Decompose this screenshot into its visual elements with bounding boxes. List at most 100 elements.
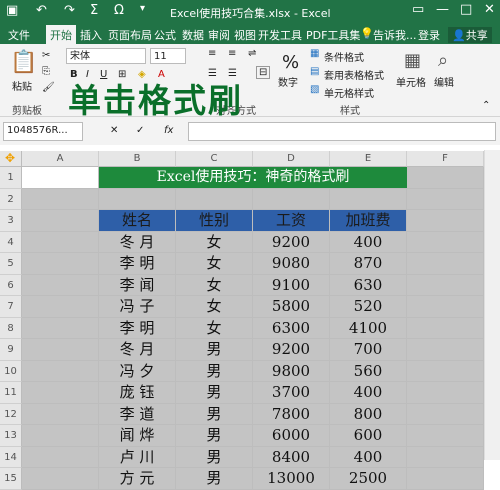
tab-insert[interactable]: 插入 <box>80 27 102 43</box>
data-cell[interactable]: 男 <box>176 403 253 425</box>
data-cell[interactable]: 冬 月 <box>99 231 176 253</box>
data-cell[interactable]: 630 <box>330 274 407 296</box>
data-cell[interactable]: 女 <box>176 253 253 275</box>
ribbon-display-icon[interactable]: ▭ <box>412 2 424 17</box>
column-header-d[interactable]: D <box>253 151 330 167</box>
cut-icon[interactable]: ✂ <box>42 50 50 61</box>
data-cell[interactable]: 庞 钰 <box>99 382 176 404</box>
cell[interactable] <box>99 188 176 210</box>
row-header[interactable]: 6 <box>0 274 22 296</box>
data-cell[interactable]: 闻 烨 <box>99 425 176 447</box>
cell[interactable] <box>407 274 484 296</box>
row-header[interactable]: 4 <box>0 231 22 253</box>
data-cell[interactable]: 男 <box>176 382 253 404</box>
cell[interactable] <box>407 468 484 490</box>
cell[interactable] <box>407 231 484 253</box>
collapse-ribbon-icon[interactable]: ⌃ <box>482 100 490 111</box>
tab-developer[interactable]: 开发工具 <box>258 27 302 43</box>
wrap-text-icon[interactable]: ⇌ <box>248 48 256 59</box>
paste-label[interactable]: 粘贴 <box>12 78 32 93</box>
data-cell[interactable]: 9080 <box>253 253 330 275</box>
data-cell[interactable]: 870 <box>330 253 407 275</box>
data-cell[interactable]: 卢 川 <box>99 446 176 468</box>
cell[interactable] <box>407 253 484 275</box>
cell[interactable] <box>407 167 484 189</box>
cell[interactable] <box>22 274 99 296</box>
data-cell[interactable]: 男 <box>176 468 253 490</box>
row-header[interactable]: 9 <box>0 339 22 361</box>
cell[interactable] <box>22 296 99 318</box>
formula-input[interactable] <box>188 122 496 141</box>
cell[interactable] <box>22 253 99 275</box>
sheet-title-cell[interactable]: Excel使用技巧：神奇的格式刷 <box>99 167 407 189</box>
maximize-icon[interactable]: □ <box>460 2 472 17</box>
column-header-e[interactable]: E <box>330 151 407 167</box>
cells-button[interactable]: 单元格 <box>396 74 426 89</box>
copy-icon[interactable]: ⎘ <box>42 66 50 77</box>
customize-qa-icon[interactable]: ▾ <box>140 3 145 14</box>
cell[interactable] <box>22 339 99 361</box>
row-header[interactable]: 3 <box>0 210 22 232</box>
data-cell[interactable]: 男 <box>176 360 253 382</box>
percent-icon[interactable]: % <box>282 52 299 73</box>
data-cell[interactable]: 520 <box>330 296 407 318</box>
data-cell[interactable]: 400 <box>330 446 407 468</box>
data-cell[interactable]: 李 道 <box>99 403 176 425</box>
cell[interactable] <box>22 210 99 232</box>
cell[interactable] <box>22 403 99 425</box>
cell[interactable] <box>407 425 484 447</box>
enter-icon[interactable]: ✓ <box>136 125 144 136</box>
row-header[interactable]: 10 <box>0 360 22 382</box>
data-cell[interactable]: 男 <box>176 339 253 361</box>
data-cell[interactable]: 李 明 <box>99 317 176 339</box>
row-header[interactable]: 8 <box>0 317 22 339</box>
cell[interactable] <box>22 468 99 490</box>
merge-cells-icon[interactable]: ⊟ <box>256 66 271 79</box>
cell[interactable] <box>407 339 484 361</box>
row-header[interactable]: 14 <box>0 446 22 468</box>
cell[interactable] <box>176 188 253 210</box>
row-header[interactable]: 5 <box>0 253 22 275</box>
cell[interactable] <box>22 446 99 468</box>
data-cell[interactable]: 冯 夕 <box>99 360 176 382</box>
select-all-corner[interactable]: ✥ <box>0 151 22 167</box>
number-label[interactable]: 数字 <box>278 74 298 89</box>
table-format-button[interactable]: 套用表格格式 <box>324 67 384 82</box>
font-size-select[interactable]: 11 <box>150 48 186 64</box>
row-header[interactable]: 2 <box>0 188 22 210</box>
data-cell[interactable]: 6300 <box>253 317 330 339</box>
cancel-icon[interactable]: ✕ <box>110 125 118 136</box>
name-box[interactable]: 1048576R... <box>3 122 83 141</box>
data-cell[interactable]: 冯 子 <box>99 296 176 318</box>
cell[interactable] <box>22 231 99 253</box>
cell[interactable] <box>407 210 484 232</box>
cell[interactable] <box>253 188 330 210</box>
cell-style-button[interactable]: 单元格样式 <box>324 85 374 100</box>
data-cell[interactable]: 4100 <box>330 317 407 339</box>
cell[interactable] <box>407 188 484 210</box>
data-cell[interactable]: 女 <box>176 274 253 296</box>
data-cell[interactable]: 9200 <box>253 231 330 253</box>
column-title-cell[interactable]: 姓名 <box>99 210 176 232</box>
tab-page-layout[interactable]: 页面布局 <box>108 27 152 43</box>
cell[interactable] <box>407 446 484 468</box>
login-link[interactable]: 登录 <box>418 27 440 43</box>
column-header-c[interactable]: C <box>176 151 253 167</box>
minimize-icon[interactable]: — <box>436 2 449 17</box>
column-header-a[interactable]: A <box>22 151 99 167</box>
tab-file[interactable]: 文件 <box>8 27 30 43</box>
data-cell[interactable]: 李 闻 <box>99 274 176 296</box>
align-middle-icon[interactable]: ≡ <box>228 48 236 59</box>
row-header[interactable]: 7 <box>0 296 22 318</box>
column-title-cell[interactable]: 加班费 <box>330 210 407 232</box>
edit-button[interactable]: 编辑 <box>434 74 454 89</box>
data-cell[interactable]: 400 <box>330 231 407 253</box>
redo-icon[interactable]: ↷ <box>64 3 75 18</box>
save-icon[interactable]: ▣ <box>6 3 18 18</box>
row-header[interactable]: 13 <box>0 425 22 447</box>
tab-review[interactable]: 审阅 <box>208 27 230 43</box>
format-painter-icon[interactable]: 🖌 <box>42 82 55 93</box>
cell[interactable] <box>407 317 484 339</box>
cell[interactable] <box>22 167 99 189</box>
data-cell[interactable]: 400 <box>330 382 407 404</box>
